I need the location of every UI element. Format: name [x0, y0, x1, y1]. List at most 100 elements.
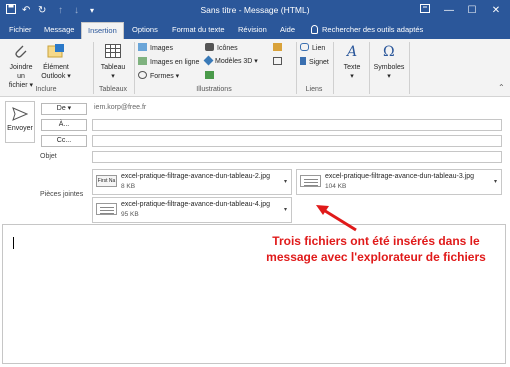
group-label-illustrations: Illustrations	[196, 86, 232, 93]
ribbon-divider	[409, 42, 410, 94]
text-cursor	[13, 237, 14, 249]
group-label-inclure: Inclure	[35, 86, 57, 93]
symbols-arrow: ▾	[387, 73, 391, 80]
icons-icon	[205, 43, 214, 51]
maximize-button[interactable]: ☐	[463, 2, 481, 19]
lightbulb-icon	[311, 25, 318, 34]
annotation-arrow-icon	[316, 205, 357, 232]
compose-area: Envoyer De ▾ iem.korp@free.fr À... Cc...…	[0, 97, 510, 367]
text-box-icon: A	[345, 44, 357, 60]
chart-button[interactable]	[273, 43, 285, 53]
paperclip-icon	[15, 45, 27, 58]
tab-message[interactable]: Message	[38, 22, 80, 39]
attach-file-button[interactable]: Joindre un fichier ▾	[6, 42, 36, 90]
svg-text:A: A	[345, 44, 357, 60]
outlook-item-icon	[47, 44, 64, 58]
subject-input[interactable]	[92, 151, 502, 163]
ribbon-divider	[333, 42, 334, 94]
attachment-item[interactable]: excel-pratique-filtrage-avance-dun-table…	[296, 169, 502, 195]
cc-button[interactable]: Cc...	[41, 135, 87, 147]
tab-insertion[interactable]: Insertion	[81, 22, 124, 39]
icons-label: Icônes	[217, 45, 238, 52]
table-arrow: ▾	[111, 73, 115, 80]
text-arrow: ▾	[350, 73, 354, 80]
symbols-label: Symboles	[373, 64, 405, 71]
minimize-button[interactable]: —	[440, 2, 458, 19]
cube-icon	[203, 55, 214, 66]
tab-revision[interactable]: Révision	[232, 22, 273, 39]
table-icon	[105, 44, 121, 58]
image-thumbnail	[96, 203, 117, 215]
screenshot-icon	[273, 57, 282, 65]
link-label: Lien	[312, 45, 326, 52]
search-tools-label: Rechercher des outils adaptés	[322, 25, 424, 34]
omega-icon: Ω	[383, 44, 395, 60]
close-button[interactable]: ✕	[487, 2, 505, 19]
symbols-button[interactable]: Ω Symboles ▾	[372, 42, 406, 81]
signet-button[interactable]: Signet	[300, 57, 329, 67]
online-images-label: Images en ligne	[150, 59, 200, 66]
online-images-button[interactable]: Images en ligne	[138, 57, 199, 67]
text-button[interactable]: A Texte ▾	[337, 42, 367, 81]
signet-label: Signet	[309, 59, 329, 66]
title-bar: ↶ ↻ ↑ ↓ ▾ Sans titre - Message (HTML) — …	[0, 0, 510, 22]
tab-search-tools[interactable]: Rechercher des outils adaptés	[305, 22, 429, 39]
to-input[interactable]	[92, 119, 502, 131]
send-label: Envoyer	[7, 125, 33, 132]
send-icon	[12, 107, 29, 121]
link-icon	[300, 43, 309, 51]
outlook-item-label-2: Outlook ▾	[41, 73, 71, 80]
attachments-label: Pièces jointes	[40, 191, 84, 198]
tab-aide[interactable]: Aide	[274, 22, 301, 39]
models-3d-button[interactable]: Modèles 3D ▾	[203, 55, 258, 66]
ribbon-tabs: Fichier Message Insertion Options Format…	[0, 22, 510, 39]
subject-label: Objet	[40, 153, 57, 160]
cc-input[interactable]	[92, 135, 502, 147]
image-icon	[138, 43, 147, 51]
images-label: Images	[150, 45, 173, 52]
attachment-item[interactable]: First Na excel-pratique-filtrage-avance-…	[92, 169, 292, 195]
image-thumbnail: First Na	[96, 175, 117, 187]
icons-button[interactable]: Icônes	[205, 43, 238, 53]
screenshot-button[interactable]	[273, 57, 285, 67]
tab-format-du-texte[interactable]: Format du texte	[166, 22, 231, 39]
models-3d-label: Modèles 3D ▾	[215, 58, 258, 65]
annotation-line-2: message avec l'explorateur de fichiers	[266, 250, 486, 264]
images-button[interactable]: Images	[138, 43, 173, 53]
annotation-line-1: Trois fichiers ont été insérés dans le	[272, 234, 480, 248]
collapse-ribbon-icon[interactable]: ⌃	[498, 83, 505, 92]
attachment-item[interactable]: excel-pratique-filtrage-avance-dun-table…	[92, 197, 292, 223]
bookmark-icon	[300, 57, 306, 65]
table-button[interactable]: Tableau ▾	[98, 42, 128, 81]
ribbon: Joindre un fichier ▾ Élément Outlook ▾ I…	[0, 39, 510, 97]
attachment-name: excel-pratique-filtrage-avance-dun-table…	[121, 201, 271, 208]
from-button[interactable]: De ▾	[41, 103, 87, 115]
outlook-item-button[interactable]: Élément Outlook ▾	[40, 42, 72, 81]
attachment-size: 8 KB	[121, 183, 136, 190]
link-button[interactable]: Lien	[300, 43, 325, 53]
tab-fichier[interactable]: Fichier	[3, 22, 38, 39]
to-button[interactable]: À...	[41, 119, 87, 131]
chevron-down-icon[interactable]: ▾	[284, 178, 287, 185]
smartart-icon	[205, 71, 214, 79]
attachment-name: excel-pratique-filtrage-avance-dun-table…	[325, 173, 475, 180]
annotation-text: Trois fichiers ont été insérés dans le m…	[256, 233, 496, 265]
shapes-icon	[138, 71, 147, 79]
group-label-tableaux: Tableaux	[98, 86, 128, 93]
shapes-label: Formes ▾	[150, 73, 180, 80]
text-label: Texte	[343, 64, 361, 71]
attachment-name: excel-pratique-filtrage-avance-dun-table…	[121, 173, 271, 180]
chevron-down-icon[interactable]: ▾	[494, 178, 497, 185]
tab-options[interactable]: Options	[126, 22, 164, 39]
shapes-button[interactable]: Formes ▾	[138, 71, 179, 81]
chevron-down-icon[interactable]: ▾	[284, 206, 287, 213]
attachment-size: 104 KB	[325, 183, 347, 190]
outlook-item-label-1: Élément	[43, 64, 69, 71]
send-button[interactable]: Envoyer	[5, 101, 35, 143]
restore-icon[interactable]	[416, 2, 434, 19]
attachment-size: 95 KB	[121, 211, 139, 218]
chart-icon	[273, 43, 282, 51]
online-image-icon	[138, 57, 147, 65]
smartart-button[interactable]	[205, 71, 217, 81]
table-label: Tableau	[100, 64, 126, 71]
